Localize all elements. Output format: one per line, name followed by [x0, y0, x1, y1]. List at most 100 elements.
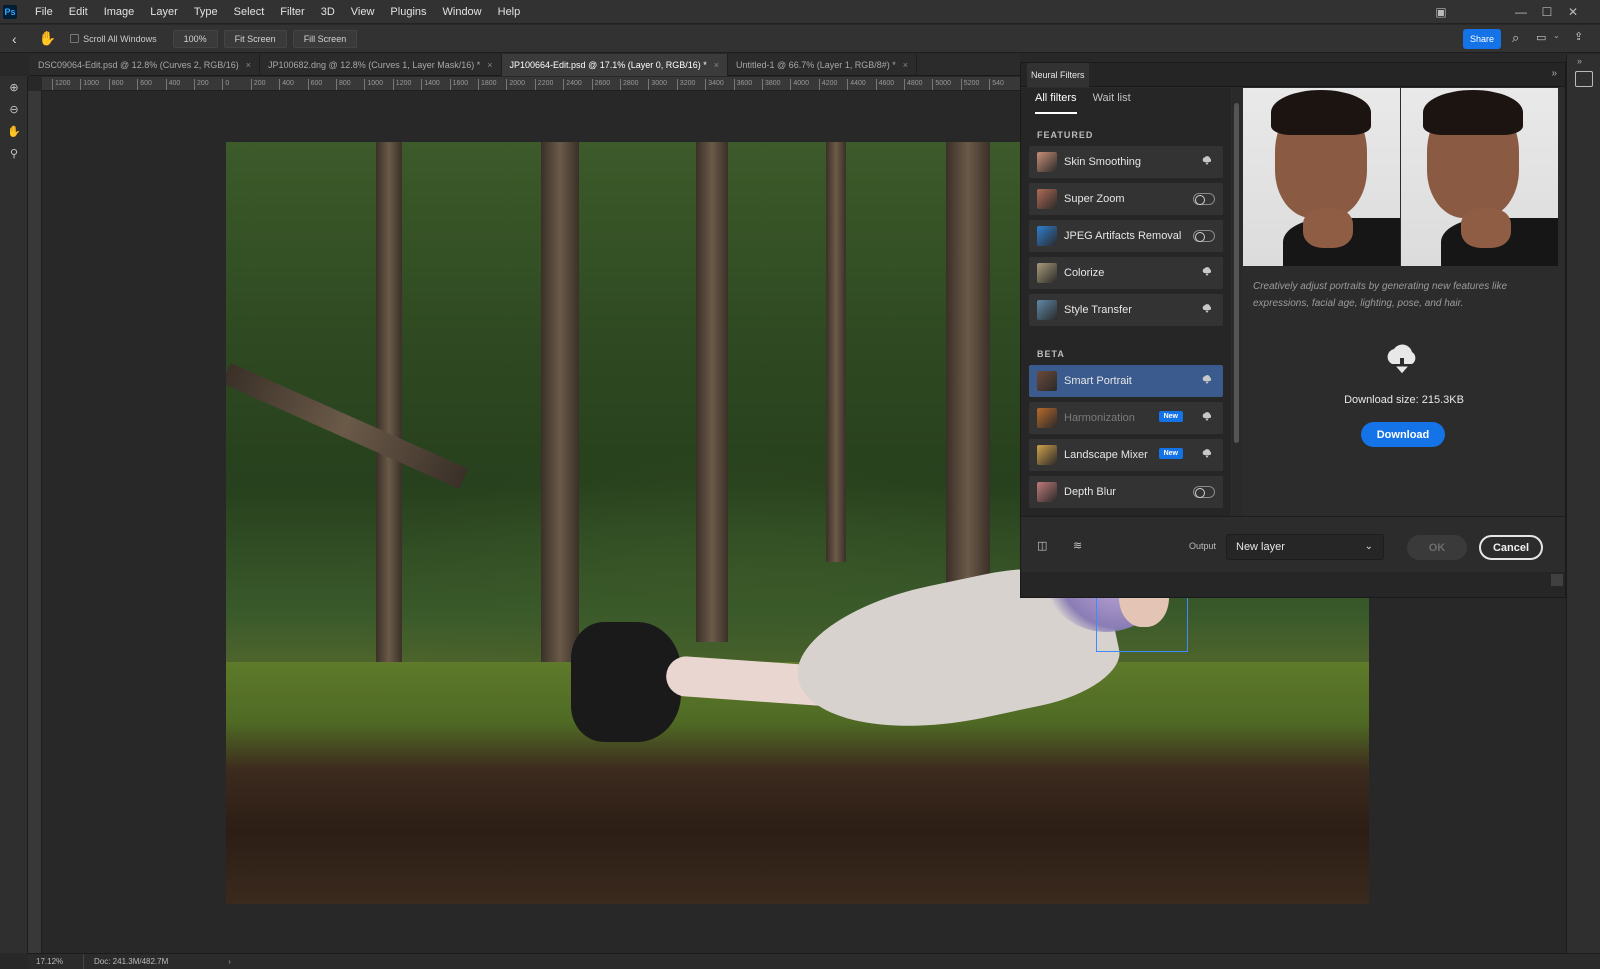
filter-toggle[interactable]: [1193, 193, 1215, 205]
tab-all-filters[interactable]: All filters: [1035, 92, 1077, 114]
tools-panel: ⊕ ⊖ ✋ ⚲: [0, 76, 28, 953]
cloud-download-icon[interactable]: [1201, 266, 1213, 278]
hand-tool-icon[interactable]: ✋: [0, 120, 28, 142]
filter-item-smart-portrait[interactable]: Smart Portrait: [1029, 365, 1223, 397]
close-tab-icon[interactable]: ×: [246, 60, 251, 70]
filter-item-landscape-mixer[interactable]: Landscape Mixer New: [1029, 439, 1223, 471]
close-tab-icon[interactable]: ×: [714, 60, 719, 70]
menu-image[interactable]: Image: [96, 0, 143, 24]
minimize-icon[interactable]: —: [1508, 0, 1534, 24]
filter-item-depth-blur[interactable]: Depth Blur: [1029, 476, 1223, 508]
filter-item-skin-smoothing[interactable]: Skin Smoothing: [1029, 146, 1223, 178]
ruler-tick: 1400: [421, 79, 440, 90]
ruler-tick: 2000: [506, 79, 525, 90]
menu-filter[interactable]: Filter: [272, 0, 312, 24]
close-tab-icon[interactable]: ×: [903, 60, 908, 70]
ruler-tick: 2200: [534, 79, 553, 90]
cloud-download-icon[interactable]: [1201, 448, 1213, 460]
ruler-tick: 3800: [762, 79, 781, 90]
close-tab-icon[interactable]: ×: [487, 60, 492, 70]
workspace-icon[interactable]: ▭: [1536, 31, 1546, 44]
filter-toggle[interactable]: [1193, 486, 1215, 498]
cloud-download-icon[interactable]: [1201, 374, 1213, 386]
filter-item-super-zoom[interactable]: Super Zoom: [1029, 183, 1223, 215]
maximize-icon[interactable]: ☐: [1534, 0, 1560, 24]
ruler-tick: 800: [336, 79, 351, 90]
expand-panels-icon[interactable]: »: [1577, 56, 1582, 66]
zoom-in-icon[interactable]: ⊕: [0, 76, 28, 98]
cloud-download-icon[interactable]: [1201, 155, 1213, 167]
scrollbar-thumb[interactable]: [1234, 103, 1239, 443]
fill-screen-button[interactable]: Fill Screen: [292, 29, 358, 48]
menu-type[interactable]: Type: [186, 0, 226, 24]
close-icon[interactable]: ✕: [1560, 0, 1586, 24]
cloud-download-icon[interactable]: [1201, 411, 1213, 423]
chevron-right-icon[interactable]: ›: [228, 957, 231, 966]
scroll-all-windows-checkbox[interactable]: [70, 34, 80, 43]
vertical-ruler: [28, 91, 42, 953]
ruler-tick: 540: [989, 79, 1004, 90]
cloud-download-icon[interactable]: [1201, 303, 1213, 315]
filter-item-colorize[interactable]: Colorize: [1029, 257, 1223, 289]
filter-thumbnail: [1037, 226, 1057, 246]
cancel-button[interactable]: Cancel: [1479, 535, 1543, 560]
document-tab[interactable]: JP100664-Edit.psd @ 17.1% (Layer 0, RGB/…: [501, 54, 729, 76]
featured-filters: Skin Smoothing Super Zoom JPEG Artifacts R…: [1021, 146, 1231, 326]
ruler-tick: 3000: [648, 79, 667, 90]
zoom-out-icon[interactable]: ⊖: [0, 98, 28, 120]
menu-select[interactable]: Select: [226, 0, 273, 24]
document-tab-label: Untitled-1 @ 66.7% (Layer 1, RGB/8#) *: [736, 60, 896, 70]
search-icon[interactable]: ⌕: [1512, 30, 1519, 46]
ruler-tick: 2600: [591, 79, 610, 90]
menu-window[interactable]: Window: [435, 0, 490, 24]
menu-view[interactable]: View: [343, 0, 383, 24]
ruler-tick: 4600: [875, 79, 894, 90]
new-badge: New: [1158, 411, 1183, 422]
document-tab[interactable]: DSC09064-Edit.psd @ 12.8% (Curves 2, RGB…: [30, 54, 260, 76]
document-tab[interactable]: JP100682.dng @ 12.8% (Curves 1, Layer Ma…: [260, 54, 502, 76]
arrange-icon[interactable]: ▣: [1428, 0, 1454, 24]
filter-list-scrollbar[interactable]: [1232, 88, 1242, 516]
resize-grip[interactable]: [1551, 574, 1563, 586]
zoom-100-button[interactable]: 100%: [172, 29, 218, 48]
workspace-chevron-icon[interactable]: ⌄: [1553, 31, 1560, 40]
zoom-level[interactable]: 17.12%: [28, 953, 84, 969]
filter-item-harmonization[interactable]: Harmonization New: [1029, 402, 1223, 434]
filter-item-style-transfer[interactable]: Style Transfer: [1029, 294, 1223, 326]
back-icon[interactable]: ‹: [12, 31, 17, 47]
menu-edit[interactable]: Edit: [61, 0, 96, 24]
scroll-all-windows-label: Scroll All Windows: [83, 33, 157, 44]
doc-size: Doc: 241.3M/482.7M: [94, 957, 169, 966]
document-tab[interactable]: Untitled-1 @ 66.7% (Layer 1, RGB/8#) * ×: [728, 54, 918, 76]
filter-description: Creatively adjust portraits by generatin…: [1253, 281, 1508, 309]
ruler-tick: 3200: [676, 79, 695, 90]
filter-toggle[interactable]: [1193, 230, 1215, 242]
fit-screen-button[interactable]: Fit Screen: [223, 29, 287, 48]
ruler-tick: 4400: [847, 79, 866, 90]
beta-filters: Smart Portrait Harmonization New Landscape …: [1021, 365, 1231, 508]
output-select[interactable]: New layer ⌄: [1226, 534, 1384, 560]
filter-label: Harmonization: [1064, 412, 1135, 424]
ruler-tick: 800: [108, 79, 123, 90]
menu-layer[interactable]: Layer: [142, 0, 186, 24]
libraries-icon[interactable]: [1575, 71, 1593, 87]
menu-3d[interactable]: 3D: [313, 0, 343, 24]
layers-icon[interactable]: ≋: [1073, 539, 1089, 555]
collapse-icon[interactable]: »: [1551, 68, 1557, 79]
filter-item-jpeg-artifacts-removal[interactable]: JPEG Artifacts Removal: [1029, 220, 1223, 252]
tree-trunk: [376, 142, 402, 702]
share-button[interactable]: Share: [1463, 29, 1501, 49]
tab-wait-list[interactable]: Wait list: [1093, 92, 1131, 114]
menu-help[interactable]: Help: [490, 0, 529, 24]
preview-toggle-icon[interactable]: ◫: [1037, 539, 1053, 555]
panel-title[interactable]: Neural Filters: [1027, 62, 1089, 87]
filter-thumbnail: [1037, 152, 1057, 172]
download-button[interactable]: Download: [1361, 422, 1445, 447]
menu-file[interactable]: File: [27, 0, 61, 24]
scroll-all-windows-option[interactable]: Scroll All Windows: [70, 34, 157, 44]
share-upload-icon[interactable]: ⇪: [1574, 30, 1583, 43]
zoom-tool-icon[interactable]: ⚲: [0, 142, 28, 164]
menu-plugins[interactable]: Plugins: [382, 0, 434, 24]
ruler-tick: 1600: [449, 79, 468, 90]
ok-button[interactable]: OK: [1407, 535, 1467, 560]
